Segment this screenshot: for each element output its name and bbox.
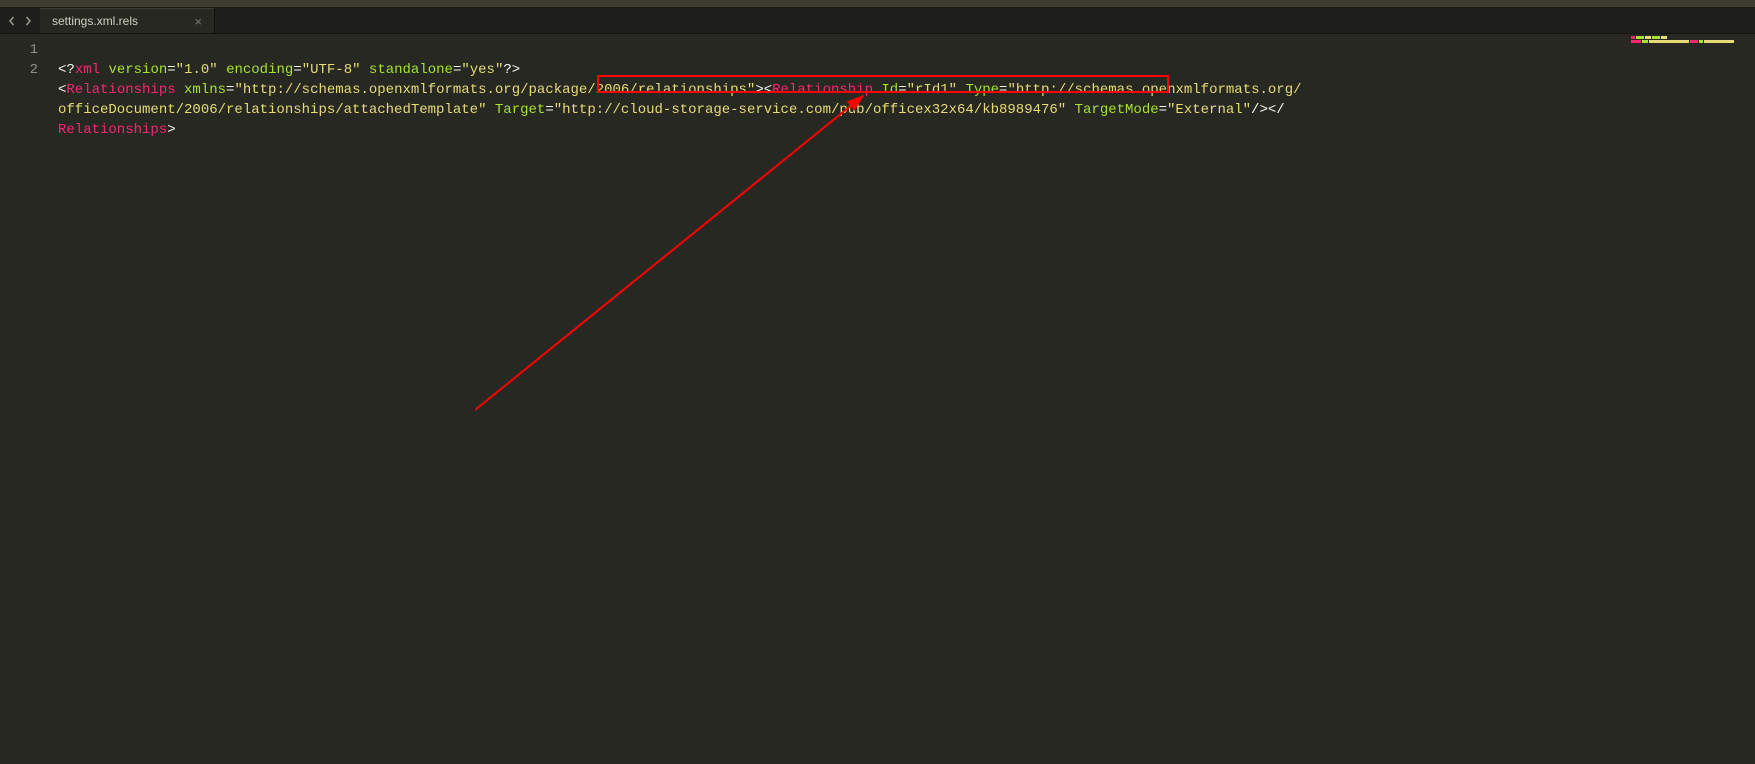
tab-nav-prev-icon[interactable] — [6, 15, 18, 27]
line-number-gutter: 1 2 — [0, 34, 48, 764]
target-url: "http://cloud-storage-service.com/pub/of… — [554, 102, 1066, 118]
tab-nav-arrows — [0, 8, 40, 33]
code-line: <Relationships xmlns="http://schemas.ope… — [58, 82, 1302, 138]
window-top-strip — [0, 0, 1755, 8]
code-area[interactable]: <?xml version="1.0" encoding="UTF-8" sta… — [48, 34, 1755, 764]
minimap[interactable] — [1631, 36, 1751, 44]
line-number: 1 — [0, 40, 38, 60]
line-number: 2 — [0, 60, 38, 80]
code-line: <?xml version="1.0" encoding="UTF-8" sta… — [58, 62, 520, 78]
tab-nav-next-icon[interactable] — [22, 15, 34, 27]
close-tab-icon[interactable]: × — [194, 14, 202, 29]
code-editor[interactable]: 1 2 <?xml version="1.0" encoding="UTF-8"… — [0, 34, 1755, 764]
file-tab-title: settings.xml.rels — [52, 14, 138, 28]
file-tab[interactable]: settings.xml.rels × — [40, 8, 215, 33]
tab-bar: settings.xml.rels × — [0, 8, 1755, 34]
